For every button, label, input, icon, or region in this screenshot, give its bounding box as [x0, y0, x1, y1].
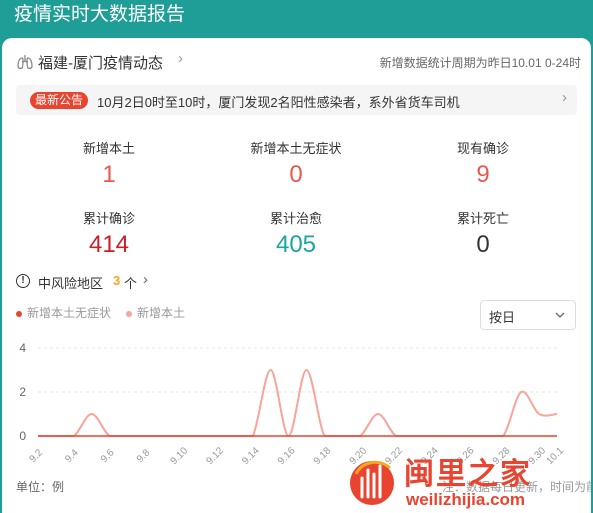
x-tick-label: 9.8 — [135, 447, 153, 465]
medium-risk-areas[interactable]: ! 中风险地区 3 个 › — [16, 271, 216, 292]
stat-new-local: 新增本土 1 — [34, 138, 184, 189]
x-tick-label: 9.2 — [27, 447, 45, 465]
period-select-value: 按日 — [489, 310, 516, 325]
x-tick-label: 9.12 — [204, 445, 226, 467]
series-line-local — [37, 368, 558, 438]
x-tick-label: 9.18 — [312, 445, 334, 467]
legend-item-asymptomatic[interactable]: 新增本土无症状 — [16, 304, 111, 321]
notice-text: 10月2日0时至10时，厦门发现2名阳性感染者，系外省货车司机 — [97, 95, 460, 110]
site-watermark: 闽里之家 weilizhijia.com — [342, 446, 591, 512]
chevron-right-icon: › — [143, 271, 148, 288]
legend-item-local[interactable]: 新增本土 — [126, 304, 185, 321]
info-icon: ! — [16, 274, 30, 288]
city-title-row[interactable]: 福建-厦门疫情动态 › 新增数据统计周期为昨日10.01 0-24时 — [16, 50, 581, 74]
chevron-right-icon: › — [562, 89, 567, 106]
legend-dot — [16, 310, 22, 317]
stats-period: 新增数据统计周期为昨日10.01 0-24时 — [379, 56, 581, 70]
period-select[interactable]: 按日 — [480, 300, 576, 330]
chevron-down-icon — [555, 312, 565, 318]
y-tick-label: 2 — [19, 385, 26, 399]
notice-badge: 最新公告 — [30, 92, 89, 109]
stat-label: 新增本土 — [82, 141, 135, 156]
report-header: 疫情实时大数据报告 — [0, 0, 593, 34]
stat-label: 现有确诊 — [456, 141, 509, 156]
stat-value: 405 — [275, 231, 317, 258]
y-tick-label: 4 — [19, 341, 26, 355]
stat-value: 1 — [102, 161, 116, 188]
latest-notice[interactable]: 最新公告 10月2日0时至10时，厦门发现2名阳性感染者，系外省货车司机 › — [16, 85, 577, 115]
stat-total-cured: 累计治愈 405 — [221, 208, 371, 259]
unit-label: 单位：例 — [16, 480, 65, 494]
legend-label: 新增本土 — [137, 306, 186, 320]
stat-value: 0 — [476, 231, 490, 258]
legend-dot — [126, 310, 132, 317]
risk-unit: 个 — [124, 276, 138, 291]
stat-new-asymptomatic: 新增本土无症状 0 — [221, 138, 371, 189]
stat-value: 0 — [289, 161, 303, 188]
stat-value: 9 — [476, 161, 490, 188]
x-tick-label: 9.10 — [169, 445, 191, 467]
legend-label: 新增本土无症状 — [27, 306, 112, 320]
stat-current-confirmed: 现有确诊 9 — [408, 138, 558, 189]
risk-label: 中风险地区 — [38, 276, 104, 291]
report-title: 疫情实时大数据报告 — [14, 4, 186, 25]
site-logo-url: weilizhijia.com — [406, 490, 526, 509]
stat-label: 累计治愈 — [269, 211, 322, 226]
site-logo-name: 闽里之家 — [404, 457, 532, 492]
x-tick-label: 9.6 — [99, 447, 117, 465]
x-tick-label: 9.16 — [276, 445, 298, 467]
city-title: 福建-厦门疫情动态 — [38, 55, 163, 72]
x-tick-label: 9.14 — [240, 445, 262, 467]
x-tick-label: 9.4 — [63, 447, 81, 465]
stat-total-deaths: 累计死亡 0 — [408, 208, 558, 259]
chevron-right-icon: › — [178, 50, 183, 67]
y-tick-label: 0 — [19, 429, 26, 443]
report-card: 福建-厦门疫情动态 › 新增数据统计周期为昨日10.01 0-24时 最新公告 … — [2, 38, 591, 513]
stat-label: 累计死亡 — [456, 211, 509, 226]
risk-count: 3 — [113, 273, 121, 288]
chart-legend: 新增本土无症状 新增本土 — [16, 304, 316, 322]
stat-label: 新增本土无症状 — [250, 141, 342, 156]
lungs-icon — [17, 55, 33, 70]
stat-value: 414 — [88, 231, 130, 258]
stat-label: 累计确诊 — [82, 211, 135, 226]
stat-total-confirmed: 累计确诊 414 — [34, 208, 184, 259]
site-logo-icon — [350, 460, 394, 505]
